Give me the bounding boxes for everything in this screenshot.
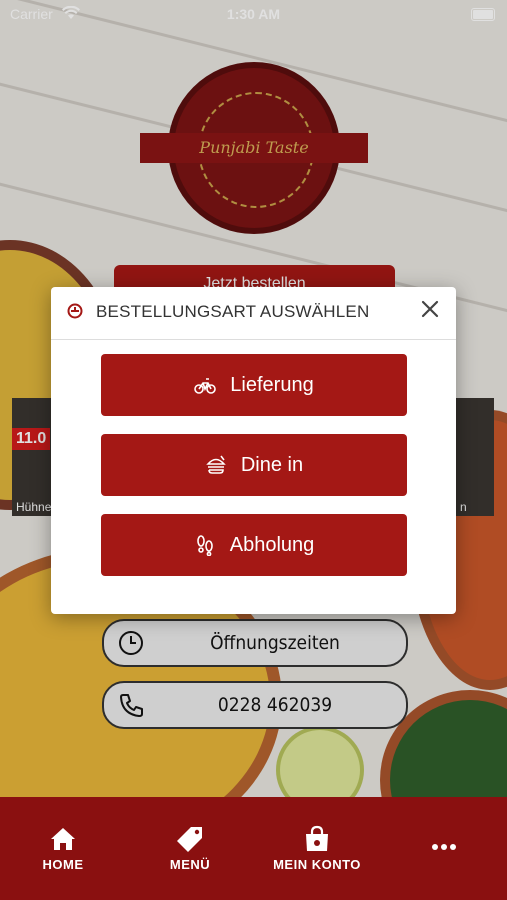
delivery-label: Lieferung <box>230 373 314 396</box>
tab-account[interactable]: MEIN KONTO <box>254 797 380 900</box>
phone-button[interactable]: 0228 462039 <box>102 681 408 729</box>
order-type-modal: BESTELLUNGSART AUSWÄHLEN Lieferung Dine … <box>51 287 456 614</box>
tab-more[interactable] <box>381 797 507 900</box>
delivery-button[interactable]: Lieferung <box>101 354 407 416</box>
close-icon[interactable] <box>418 297 442 321</box>
pickup-button[interactable]: Abholung <box>101 514 407 576</box>
modal-title: BESTELLUNGSART AUSWÄHLEN <box>96 302 370 321</box>
tab-menu-label: MENÜ <box>169 857 211 872</box>
opening-hours-button[interactable]: Öffnungszeiten <box>102 619 408 667</box>
tag-icon <box>177 827 202 852</box>
tab-account-label: MEIN KONTO <box>273 857 361 872</box>
bicycle-icon <box>194 378 217 394</box>
tab-home[interactable]: HOME <box>0 797 126 900</box>
pickup-label: Abholung <box>229 533 315 556</box>
clock-icon <box>119 631 143 655</box>
modal-header: BESTELLUNGSART AUSWÄHLEN <box>51 287 456 340</box>
more-icon <box>432 844 456 850</box>
phone-icon <box>120 694 143 717</box>
phone-number: 0228 462039 <box>217 694 333 716</box>
dine-in-label: Dine in <box>240 453 304 476</box>
bottom-tab-bar: HOME MENÜ MEIN KONTO <box>0 797 507 900</box>
tab-home-label: HOME <box>42 857 84 872</box>
footsteps-icon <box>196 535 213 556</box>
dine-in-button[interactable]: Dine in <box>101 434 407 496</box>
home-icon <box>51 828 75 850</box>
order-type-icon <box>67 303 83 319</box>
bag-icon <box>306 825 328 851</box>
burger-icon <box>206 455 226 474</box>
tab-menu[interactable]: MENÜ <box>127 797 253 900</box>
opening-hours-label: Öffnungszeiten <box>210 632 340 654</box>
